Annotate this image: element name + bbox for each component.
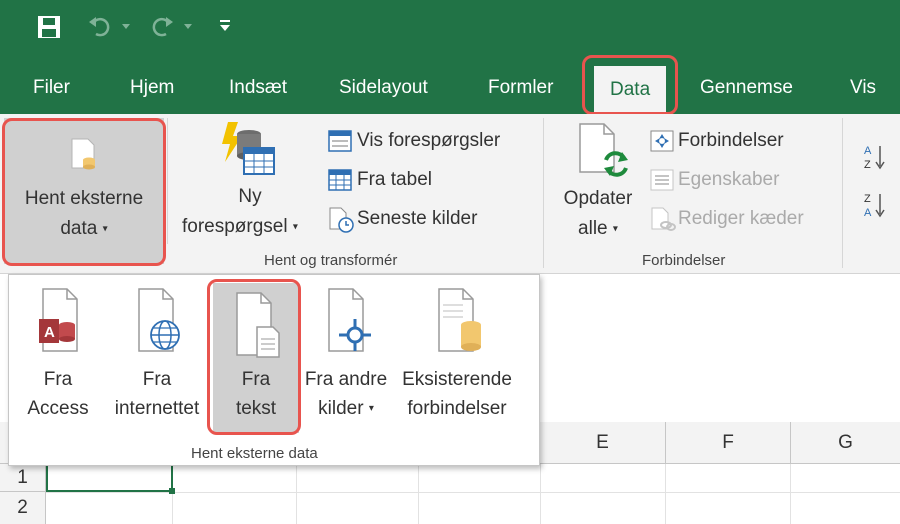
existing-connections-icon <box>438 288 481 352</box>
col-gridline <box>790 464 791 524</box>
forbindelser-button[interactable]: Forbindelser <box>678 130 784 152</box>
fra-access-button[interactable]: A Fra Access <box>13 281 103 425</box>
eksisterende-forbindelser-button[interactable]: Eksisterende forbindelser <box>395 281 519 425</box>
recent-sources-icon <box>329 207 354 233</box>
redo-icon[interactable] <box>148 14 174 38</box>
edit-links-icon <box>651 207 676 231</box>
access-icon: A <box>39 288 78 352</box>
table-icon <box>328 169 352 191</box>
show-queries-icon <box>328 130 352 152</box>
ny-forespoergsel-label-1[interactable]: Ny <box>180 186 320 208</box>
highlight-data-tab <box>582 55 678 115</box>
divider <box>167 118 168 244</box>
tab-formler[interactable]: Formler <box>488 62 553 114</box>
sort-a-z-icon[interactable]: A Z <box>862 142 888 172</box>
column-header-f[interactable]: F <box>665 422 790 464</box>
tab-sidelayout[interactable]: Sidelayout <box>339 62 428 114</box>
undo-icon[interactable] <box>88 14 114 38</box>
chevron-down-icon[interactable] <box>184 24 192 30</box>
fra-andre-kilder-button[interactable]: Fra andre kilder ▾ <box>299 281 393 425</box>
col-gridline <box>418 464 419 524</box>
highlight-hent-eksterne-data <box>2 118 166 266</box>
save-icon[interactable] <box>36 14 62 40</box>
svg-text:A: A <box>864 207 872 219</box>
eksisterende-forbindelser-label-2: forbindelser <box>407 398 507 419</box>
opdater-alle-label-2: alle <box>578 218 608 239</box>
tab-gennemse[interactable]: Gennemse <box>700 62 793 114</box>
refresh-all-icon <box>579 123 628 177</box>
chevron-down-icon[interactable] <box>122 24 130 30</box>
rediger-kaeder-button[interactable]: Rediger kæder <box>678 208 804 230</box>
ny-forespoergsel-button[interactable]: forespørgsel ▾ <box>182 216 298 238</box>
tab-filer[interactable]: Filer <box>33 62 70 114</box>
egenskaber-button[interactable]: Egenskaber <box>678 169 779 191</box>
svg-text:A: A <box>44 324 55 341</box>
col-gridline <box>540 464 541 524</box>
opdater-alle-label-1[interactable]: Opdater <box>550 188 646 210</box>
fra-andre-kilder-label-2-wrap: kilder ▾ <box>299 394 393 424</box>
ny-forespoergsel-label-2: forespørgsel <box>182 216 288 237</box>
new-query-icon <box>222 122 275 175</box>
customize-toolbar-icon[interactable] <box>220 20 230 32</box>
tab-hjem[interactable]: Hjem <box>130 62 174 114</box>
svg-text:Z: Z <box>864 159 871 171</box>
svg-text:A: A <box>864 145 872 157</box>
column-header-g[interactable]: G <box>790 422 900 464</box>
opdater-alle-button[interactable]: alle ▾ <box>550 218 646 240</box>
highlight-fra-tekst <box>207 279 301 435</box>
other-sources-icon <box>328 288 371 352</box>
selected-cell-a1[interactable] <box>46 462 173 492</box>
fra-internettet-label-1: Fra <box>142 369 172 390</box>
svg-text:Z: Z <box>864 193 871 205</box>
fra-andre-kilder-label-2: kilder <box>318 398 364 420</box>
quick-access-toolbar <box>0 0 900 62</box>
group-label-hent-og-transformer: Hent og transformér <box>264 252 398 269</box>
chevron-down-icon: ▾ <box>292 221 298 233</box>
row-header-2[interactable]: 2 <box>0 492 46 524</box>
fra-andre-kilder-label-1: Fra andre <box>304 369 388 390</box>
group-label-hent-eksterne-data: Hent eksterne data <box>191 445 318 462</box>
col-gridline <box>296 464 297 524</box>
fra-access-label-1: Fra <box>43 369 73 390</box>
chevron-down-icon: ▾ <box>612 223 618 235</box>
row-header-1[interactable]: 1 <box>0 464 46 492</box>
col-gridline <box>665 464 666 524</box>
group-label-forbindelser: Forbindelser <box>642 252 726 269</box>
fill-handle[interactable] <box>169 488 175 494</box>
fra-internettet-label-2: internettet <box>114 398 200 419</box>
tab-indsaet[interactable]: Indsæt <box>229 62 287 114</box>
column-header-e[interactable]: E <box>540 422 665 464</box>
connections-icon <box>650 130 674 152</box>
eksisterende-forbindelser-label-1: Eksisterende <box>402 369 512 390</box>
seneste-kilder-button[interactable]: Seneste kilder <box>357 208 477 230</box>
tab-vis[interactable]: Vis <box>850 62 876 114</box>
chevron-down-icon: ▾ <box>368 403 374 414</box>
ribbon-tabs: Filer Hjem Indsæt Sidelayout Formler Dat… <box>0 62 900 114</box>
sort-z-a-icon[interactable]: Z A <box>862 190 888 220</box>
divider <box>842 118 843 268</box>
fra-internettet-button[interactable]: Fra internettet <box>105 281 209 425</box>
fra-access-label-2: Access <box>27 398 89 419</box>
web-globe-icon <box>138 288 180 352</box>
vis-forespoergsler-button[interactable]: Vis forespørgsler <box>357 130 500 152</box>
properties-icon <box>650 169 674 191</box>
fra-tabel-button[interactable]: Fra tabel <box>357 169 432 191</box>
divider <box>543 118 544 268</box>
